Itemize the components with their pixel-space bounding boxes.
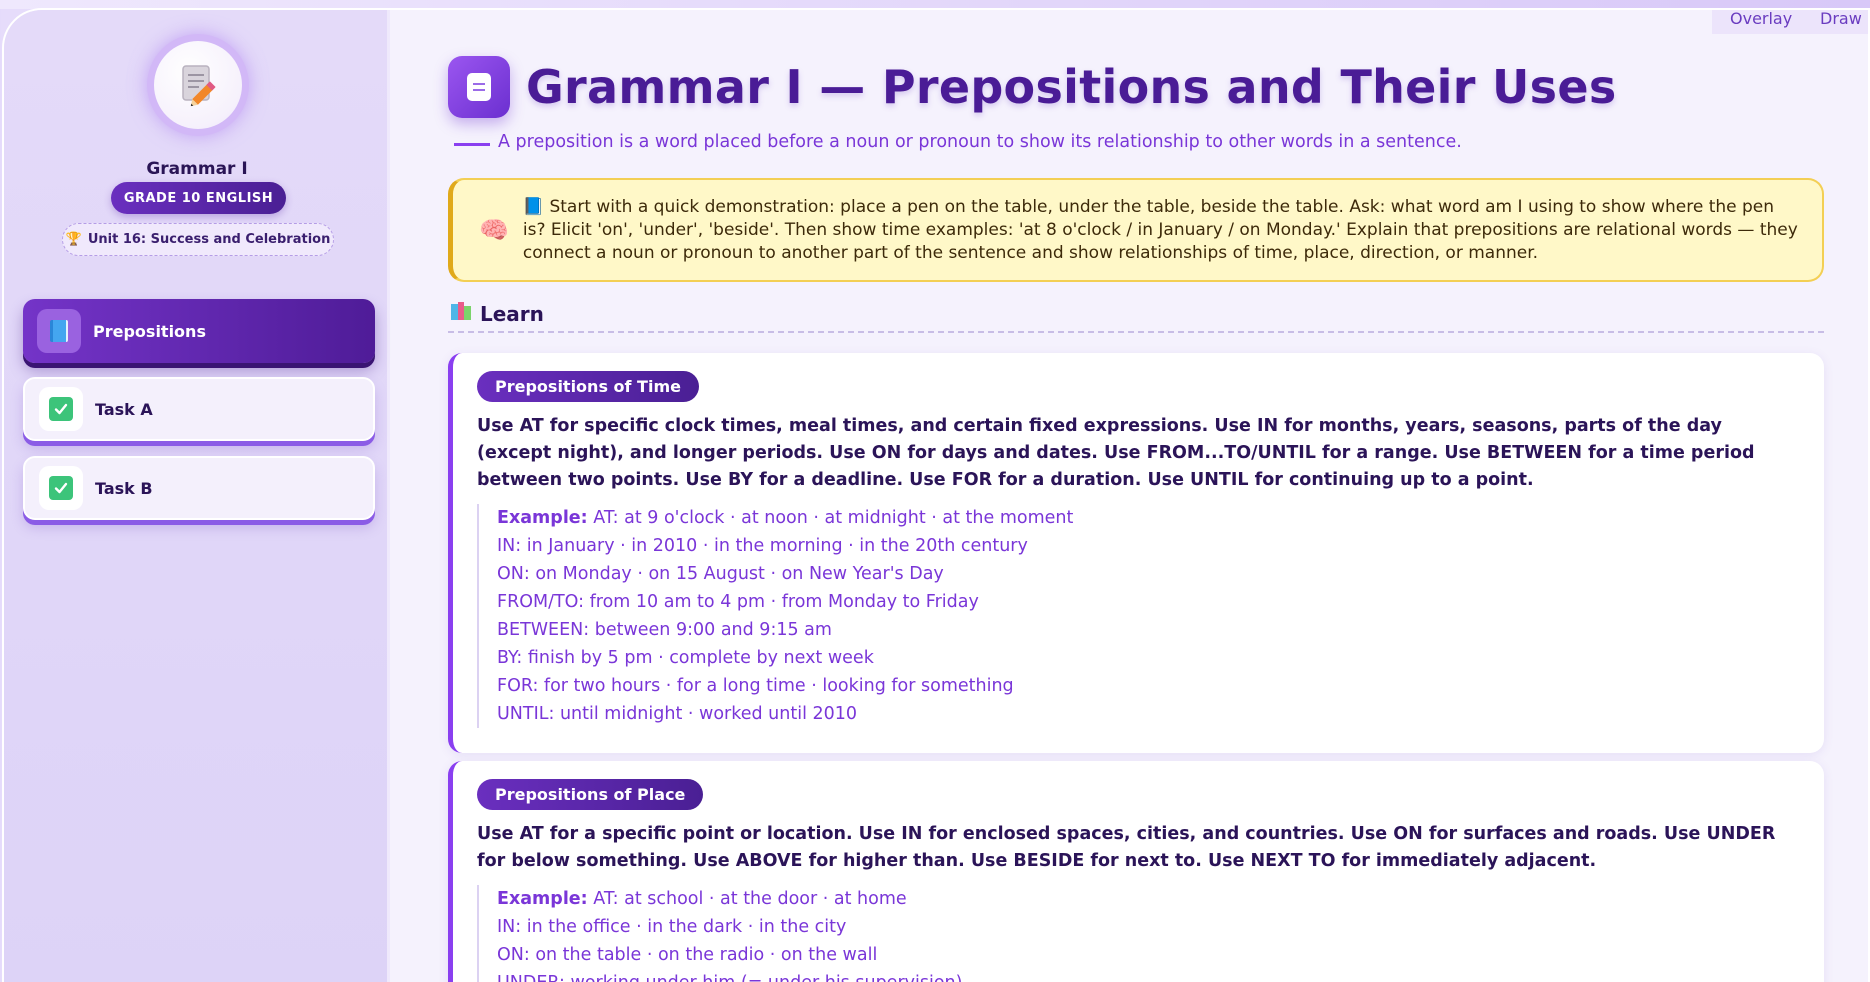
sidebar-item-label: Task B: [95, 478, 153, 498]
main-content: Overlay Draw Grammar I — Prepositions an…: [390, 10, 1868, 982]
book-icon: [37, 309, 81, 353]
example-line: Example: AT: at school · at the door · a…: [497, 889, 907, 909]
section-divider: [448, 331, 1824, 333]
examples-list: Example: AT: at school · at the door · a…: [477, 885, 1796, 982]
example-line: IN: in the office · in the dark · in the…: [497, 917, 847, 937]
check-icon: [39, 466, 83, 510]
document-icon: [448, 56, 510, 118]
sidebar-item-label: Task A: [95, 399, 153, 419]
example-line: ON: on Monday · on 15 August · on New Ye…: [497, 564, 944, 584]
trophy-icon: 🏆: [65, 232, 82, 247]
teacher-note: 🧠 📘 Start with a quick demonstration: pl…: [448, 178, 1824, 282]
books-icon: [450, 301, 472, 326]
card-body: Use AT for a specific point or location.…: [477, 824, 1776, 871]
example-line: IN: in January · in 2010 · in the mornin…: [497, 536, 1028, 556]
brain-icon: 🧠: [479, 216, 509, 244]
example-line: BETWEEN: between 9:00 and 9:15 am: [497, 620, 832, 640]
document-pencil-icon: [154, 41, 242, 129]
sidebar-item-task-a[interactable]: Task A: [23, 377, 375, 441]
card-prepositions-of-place: Prepositions of Place Use AT for a speci…: [448, 761, 1824, 982]
teacher-note-text: 📘 Start with a quick demonstration: plac…: [522, 196, 1798, 263]
learn-heading-label: Learn: [480, 301, 544, 326]
unit-badge: 🏆 Unit 16: Success and Celebration: [62, 223, 334, 256]
example-line: BY: finish by 5 pm · complete by next we…: [497, 648, 874, 668]
example-line: Example: AT: at 9 o'clock · at noon · at…: [497, 508, 1074, 528]
draw-button[interactable]: Draw: [1802, 10, 1868, 34]
unit-label: Unit 16: Success and Celebration: [87, 232, 331, 247]
avatar: [147, 34, 249, 136]
sidebar-item-prepositions[interactable]: Prepositions: [23, 299, 375, 363]
card-body: Use AT for specific clock times, meal ti…: [477, 416, 1755, 490]
example-line: FOR: for two hours · for a long time · l…: [497, 676, 1014, 696]
app-window: Grammar I GRADE 10 ENGLISH 🏆 Unit 16: Su…: [2, 8, 1870, 982]
subtitle-accent: [454, 143, 490, 146]
grade-badge: GRADE 10 ENGLISH: [111, 182, 286, 214]
sidebar-item-label: Prepositions: [93, 321, 206, 341]
card-title: Prepositions of Time: [477, 371, 699, 402]
example-line: ON: on the table · on the radio · on the…: [497, 945, 878, 965]
page-subtitle: A preposition is a word placed before a …: [498, 132, 1462, 152]
learn-heading: Learn: [450, 301, 544, 326]
page-title: Grammar I — Prepositions and Their Uses: [526, 60, 1617, 114]
card-title: Prepositions of Place: [477, 779, 704, 810]
examples-list: Example: AT: at 9 o'clock · at noon · at…: [477, 504, 1796, 728]
example-line: UNDER: working under him (= under his su…: [497, 969, 1796, 982]
check-icon: [39, 387, 83, 431]
sidebar-item-task-b[interactable]: Task B: [23, 456, 375, 520]
app-title: Grammar I: [146, 159, 248, 179]
example-line: UNTIL: until midnight · worked until 201…: [497, 704, 858, 724]
example-line: FROM/TO: from 10 am to 4 pm · from Monda…: [497, 592, 979, 612]
sidebar: Grammar I GRADE 10 ENGLISH 🏆 Unit 16: Su…: [4, 10, 390, 982]
overlay-button[interactable]: Overlay: [1712, 10, 1811, 34]
card-prepositions-of-time: Prepositions of Time Use AT for specific…: [448, 353, 1824, 753]
